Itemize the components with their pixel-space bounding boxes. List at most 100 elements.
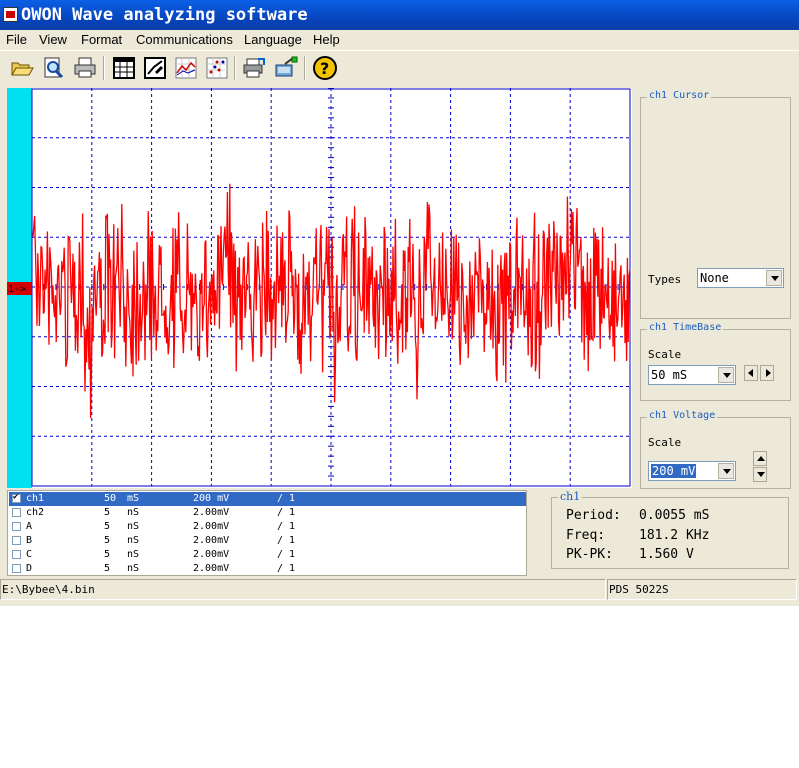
channel-row-ch1[interactable]: ch1 50 mS 200 mV / 1 [9,492,526,506]
channel-name: ch2 [26,507,45,518]
channel-checkbox[interactable] [12,492,21,503]
timebase-scale-label: Scale [648,348,682,361]
timebase-scale-value: 50 mS [651,368,688,382]
voltage-group: ch1 Voltage Scale 200 mV [640,410,791,489]
print-preview-icon[interactable] [41,55,67,81]
toolbar-separator [234,56,236,80]
channel-row-ch2[interactable]: ch2 5 nS 2.00mV / 1 [9,506,526,520]
channel-time-unit: nS [127,507,140,518]
menu-bar: File View Format Communications Language… [0,30,799,50]
chevron-down-icon[interactable] [766,270,782,286]
pkpk-label: PK-PK: [566,547,613,562]
status-device: PDS 5022S [609,583,669,596]
timebase-legend: ch1 TimeBase [647,322,724,333]
scatter-chart-icon[interactable] [204,55,230,81]
period-value: 0.0055 mS [639,508,710,523]
channel-row-b[interactable]: B 5 nS 2.00mV / 1 [9,534,526,548]
window-title: OWON Wave analyzing software [21,5,308,25]
timebase-left-button[interactable] [744,365,758,381]
channel-time: 5 [104,521,111,532]
menu-view[interactable]: View [39,32,67,47]
channel-checkbox[interactable] [12,508,21,517]
arrow-down-icon [757,472,765,477]
channel-name: C [26,549,33,560]
cursor-group: ch1 Cursor Types None [640,90,791,319]
channel-probe: / 1 [277,507,296,518]
channel-name: ch1 [26,493,45,504]
status-bar: E:\Bybee\4.bin PDS 5022S [0,578,799,602]
channel-checkbox[interactable] [12,536,21,545]
channel-time: 5 [104,507,111,518]
channel-volt: 2.00mV [193,535,230,546]
oscilloscope-display[interactable]: 1-> [7,88,632,488]
toolbar-separator [304,56,306,80]
channel-name: B [26,535,33,546]
table-icon[interactable] [111,55,137,81]
menu-file[interactable]: File [6,32,27,47]
channel-checkbox[interactable] [12,564,21,573]
edit-chart-icon[interactable] [142,55,168,81]
channel-volt: 200 mV [193,493,230,504]
freq-value: 181.2 KHz [639,528,710,543]
channel-list[interactable]: ch1 50 mS 200 mV / 1 ch2 5 nS 2.00mV / 1 A 5 nS 2.00m… [7,490,527,576]
waveform-plot: 1-> [7,88,631,488]
print-icon[interactable] [72,55,98,81]
menu-communications[interactable]: Communications [136,32,233,47]
voltage-scale-select[interactable]: 200 mV [648,461,736,481]
status-file-panel: E:\Bybee\4.bin [0,579,606,600]
menu-format[interactable]: Format [81,32,122,47]
timebase-right-button[interactable] [760,365,774,381]
channel-volt: 2.00mV [193,507,230,518]
channel-name: A [26,521,33,532]
period-label: Period: [566,508,621,523]
channel-time-unit: nS [127,535,140,546]
cursor-types-select[interactable]: None [697,268,784,288]
channel-row-a[interactable]: A 5 nS 2.00mV / 1 [9,520,526,534]
arrow-right-icon [766,369,771,377]
channel-probe: / 1 [277,549,296,560]
timebase-group: ch1 TimeBase Scale 50 mS [640,322,791,401]
channel-name: D [26,563,33,574]
voltage-up-button[interactable] [753,451,767,466]
channel-checkbox[interactable] [12,550,21,559]
types-label: Types [648,273,682,286]
title-bar: OWON Wave analyzing software [0,0,799,30]
measurement-legend: ch1 [558,490,583,503]
channel-marker: 1-> [8,284,26,295]
channel-probe: / 1 [277,563,296,574]
channel-volt: 2.00mV [193,521,230,532]
channel-probe: / 1 [277,521,296,532]
channel-checkbox[interactable] [12,522,21,531]
toolbar: ? [0,50,799,86]
chevron-down-icon[interactable] [718,367,734,383]
status-file-path: E:\Bybee\4.bin [2,583,95,596]
voltage-down-button[interactable] [753,467,767,482]
menu-language[interactable]: Language [244,32,302,47]
cursor-types-value: None [700,271,729,285]
svg-text:?: ? [320,59,329,78]
channel-time-unit: nS [127,549,140,560]
cursor-legend: ch1 Cursor [647,90,712,101]
connect-device-icon[interactable] [273,55,299,81]
channel-time-unit: nS [127,521,140,532]
menu-help[interactable]: Help [313,32,340,47]
toolbar-separator [103,56,105,80]
open-folder-icon[interactable] [9,55,35,81]
help-icon[interactable]: ? [312,55,338,81]
voltage-scale-value: 200 mV [651,464,697,478]
app-logo-icon [3,7,18,22]
channel-row-d[interactable]: D 5 nS 2.00mV / 1 [9,562,526,576]
channel-time: 5 [104,549,111,560]
channel-time-unit: nS [127,563,140,574]
waveform-chart-icon[interactable] [173,55,199,81]
chevron-down-icon[interactable] [718,463,734,479]
export-icon[interactable] [241,55,267,81]
arrow-left-icon [748,369,753,377]
channel-volt: 2.00mV [193,549,230,560]
timebase-scale-select[interactable]: 50 mS [648,365,736,385]
channel-row-c[interactable]: C 5 nS 2.00mV / 1 [9,548,526,562]
app-window: OWON Wave analyzing software File View F… [0,0,799,606]
channel-time: 50 [104,493,117,504]
voltage-legend: ch1 Voltage [647,410,718,421]
pkpk-value: 1.560 V [639,547,694,562]
